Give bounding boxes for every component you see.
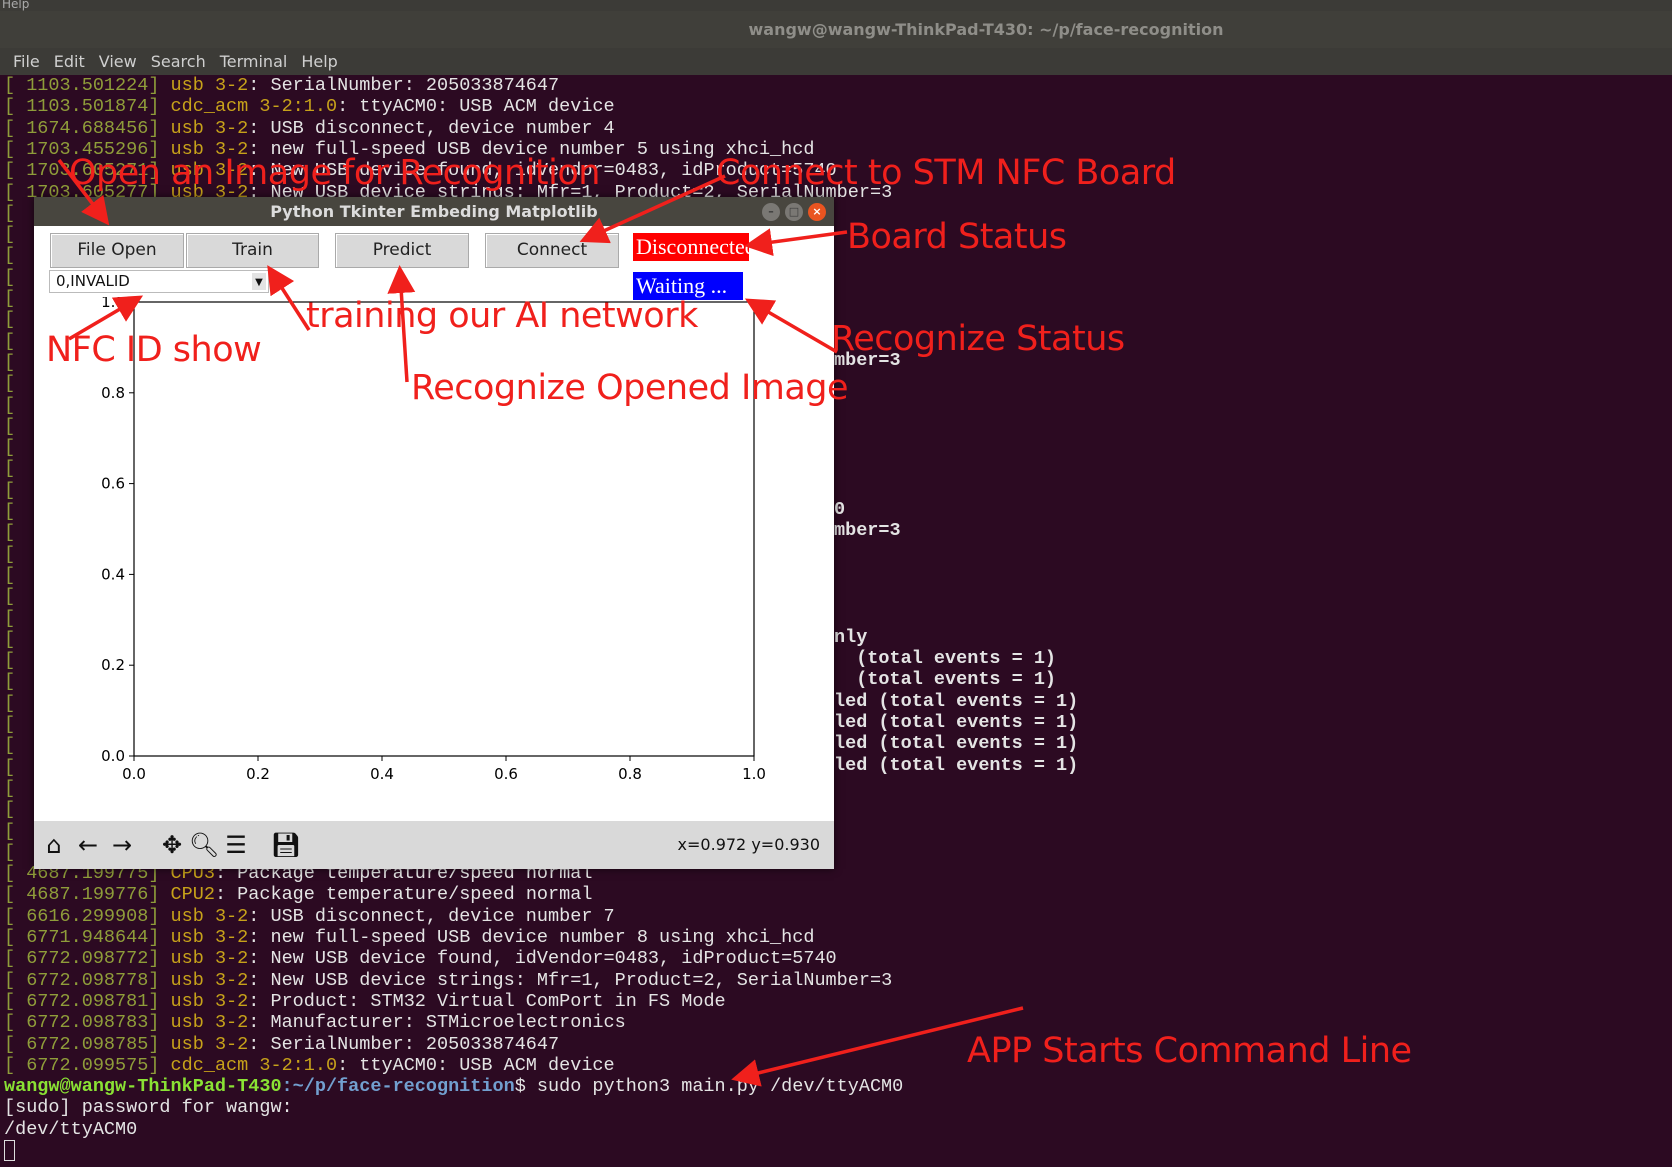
arrow-app-start [731, 1006, 1024, 1087]
arrow-predict [387, 265, 416, 383]
arrow-open-image [57, 158, 110, 226]
arrow-board-status [744, 228, 848, 257]
arrow-nfc-id [68, 295, 144, 341]
arrow-connect [579, 174, 726, 244]
arrow-recognize-status [744, 298, 838, 354]
annotation-arrows [57, 158, 1024, 1087]
arrow-train [267, 265, 311, 331]
